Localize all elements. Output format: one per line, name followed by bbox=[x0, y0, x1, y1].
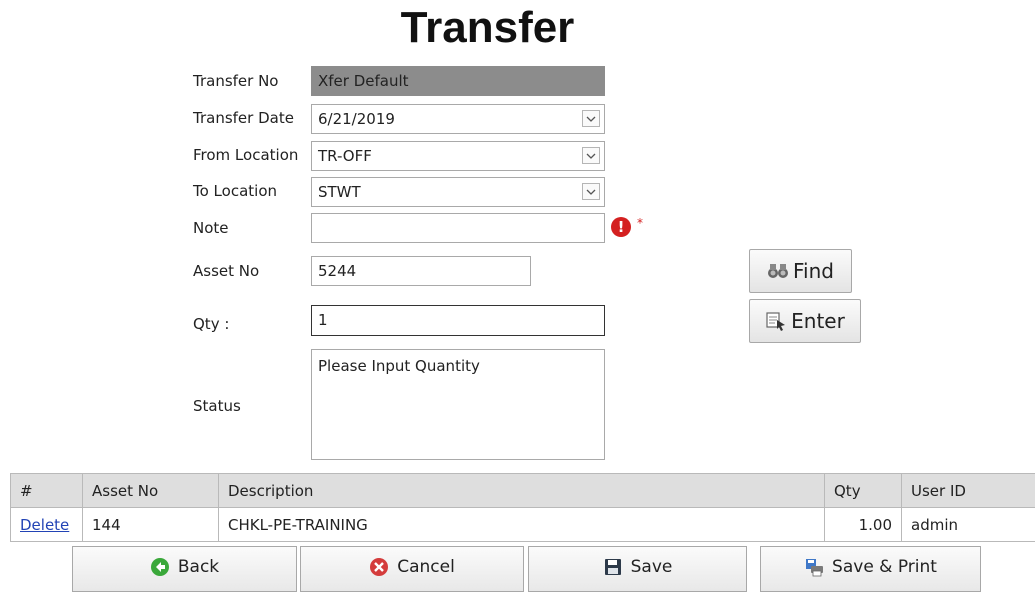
back-button-label: Back bbox=[178, 557, 219, 577]
from-location-select[interactable]: TR-OFF bbox=[311, 141, 605, 171]
transfer-no-label: Transfer No bbox=[193, 72, 278, 90]
transfer-date-label: Transfer Date bbox=[193, 109, 294, 127]
cancel-button-label: Cancel bbox=[397, 557, 455, 577]
enter-button[interactable]: Enter bbox=[749, 299, 861, 343]
status-textarea: Please Input Quantity bbox=[311, 349, 605, 460]
back-button[interactable]: Back bbox=[72, 546, 297, 592]
save-button[interactable]: Save bbox=[528, 546, 747, 592]
note-label: Note bbox=[193, 219, 229, 237]
status-label: Status bbox=[193, 397, 241, 415]
to-location-label: To Location bbox=[193, 182, 277, 200]
cell-description: CHKL-PE-TRAINING bbox=[219, 508, 825, 542]
cursor-select-icon bbox=[765, 311, 787, 331]
find-button-label: Find bbox=[793, 259, 834, 283]
save-print-icon bbox=[804, 557, 824, 577]
from-location-label: From Location bbox=[193, 146, 298, 164]
table-header-row: # Asset No Description Qty User ID bbox=[11, 474, 1035, 508]
column-header-description: Description bbox=[219, 474, 825, 508]
required-marker: * bbox=[637, 216, 643, 230]
table-row: Delete 144 CHKL-PE-TRAINING 1.00 admin bbox=[11, 508, 1035, 542]
column-header-qty: Qty bbox=[825, 474, 902, 508]
qty-input[interactable]: 1 bbox=[311, 305, 605, 336]
cancel-button[interactable]: Cancel bbox=[300, 546, 524, 592]
transfer-items-table: # Asset No Description Qty User ID Delet… bbox=[10, 473, 1035, 542]
save-print-button-label: Save & Print bbox=[832, 557, 937, 577]
chevron-down-icon[interactable] bbox=[582, 110, 600, 127]
asset-no-label: Asset No bbox=[193, 262, 259, 280]
asset-no-input[interactable]: 5244 bbox=[311, 256, 531, 286]
to-location-value: STWT bbox=[318, 183, 361, 201]
column-header-index: # bbox=[11, 474, 83, 508]
save-print-button[interactable]: Save & Print bbox=[760, 546, 981, 592]
binoculars-icon bbox=[767, 262, 789, 280]
find-button[interactable]: Find bbox=[749, 249, 852, 293]
enter-button-label: Enter bbox=[791, 309, 845, 333]
note-input[interactable] bbox=[311, 213, 605, 243]
chevron-down-icon[interactable] bbox=[582, 183, 600, 200]
cell-asset-no: 144 bbox=[83, 508, 219, 542]
transfer-date-picker[interactable]: 6/21/2019 bbox=[311, 104, 605, 134]
transfer-date-value: 6/21/2019 bbox=[318, 110, 395, 128]
page-title: Transfer bbox=[0, 3, 975, 53]
to-location-select[interactable]: STWT bbox=[311, 177, 605, 207]
back-arrow-icon bbox=[150, 557, 170, 577]
transfer-no-field: Xfer Default bbox=[311, 66, 605, 96]
cancel-icon bbox=[369, 557, 389, 577]
cell-qty: 1.00 bbox=[825, 508, 902, 542]
column-header-user-id: User ID bbox=[902, 474, 1035, 508]
chevron-down-icon[interactable] bbox=[582, 147, 600, 164]
floppy-disk-icon bbox=[603, 557, 623, 577]
error-icon: ! bbox=[611, 217, 631, 237]
cell-user-id: admin bbox=[902, 508, 1035, 542]
from-location-value: TR-OFF bbox=[318, 147, 372, 165]
delete-link[interactable]: Delete bbox=[11, 508, 83, 542]
column-header-asset-no: Asset No bbox=[83, 474, 219, 508]
save-button-label: Save bbox=[631, 557, 673, 577]
qty-label: Qty : bbox=[193, 315, 229, 333]
